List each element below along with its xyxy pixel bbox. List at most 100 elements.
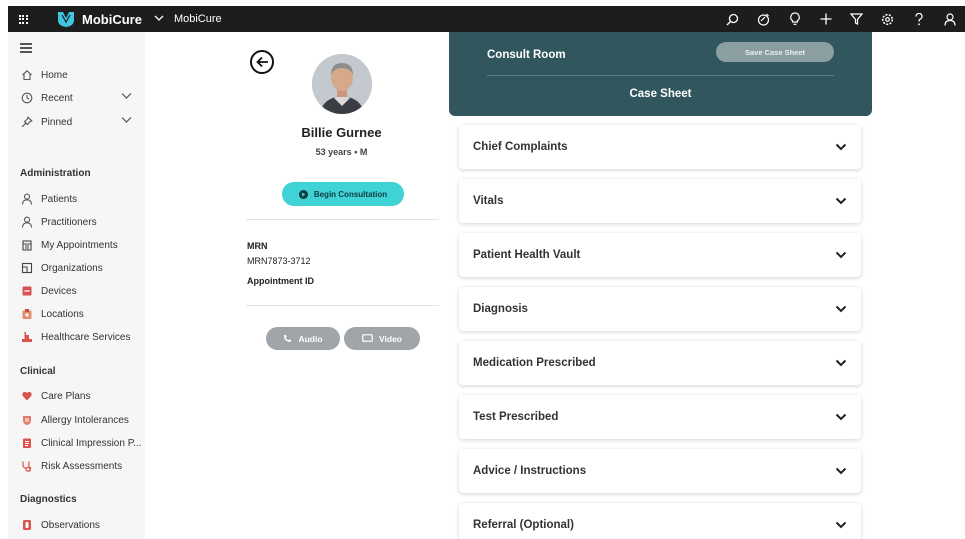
save-case-sheet-button[interactable]: Save Case Sheet bbox=[716, 42, 834, 62]
sidebar-item-label: Pinned bbox=[41, 116, 73, 128]
stethoscope-icon bbox=[20, 459, 34, 473]
back-button[interactable] bbox=[250, 50, 274, 74]
sidebar-item-label: Organizations bbox=[41, 262, 103, 274]
begin-consultation-label: Begin Consultation bbox=[313, 189, 388, 199]
pin-icon bbox=[20, 115, 34, 129]
clipboard-icon bbox=[20, 436, 34, 450]
section-label: Diagnosis bbox=[473, 303, 528, 315]
section-heading-diagnostics: Diagnostics bbox=[20, 494, 77, 505]
sidebar-item-risk-assessments[interactable]: Risk Assessments bbox=[20, 457, 144, 475]
section-label: Patient Health Vault bbox=[473, 249, 581, 261]
begin-consultation-button[interactable]: Begin Consultation bbox=[282, 182, 404, 206]
chevron-down-icon[interactable] bbox=[835, 465, 847, 477]
sidebar-item-label: Locations bbox=[41, 308, 84, 320]
sidebar-item-recent[interactable]: Recent bbox=[20, 89, 144, 107]
sidebar-item-label: Practitioners bbox=[41, 216, 97, 228]
sidebar-item-allergy-intolerances[interactable]: Allergy Intolerances bbox=[20, 411, 144, 429]
top-bar: MobiCure MobiCure bbox=[8, 6, 965, 32]
section-label: Medication Prescribed bbox=[473, 357, 596, 369]
video-call-button[interactable]: Video bbox=[344, 327, 420, 350]
chevron-down-icon[interactable] bbox=[154, 14, 164, 25]
section-heading-clinical: Clinical bbox=[20, 366, 56, 377]
chevron-down-icon[interactable] bbox=[835, 519, 847, 531]
chevron-down-icon[interactable] bbox=[835, 141, 847, 153]
filter-icon[interactable] bbox=[841, 6, 872, 32]
chevron-down-icon[interactable] bbox=[835, 303, 847, 315]
section-label: Advice / Instructions bbox=[473, 465, 587, 477]
divider bbox=[487, 75, 834, 76]
calendar-icon bbox=[20, 238, 34, 252]
chevron-down-icon[interactable] bbox=[121, 92, 132, 103]
section-label: Test Prescribed bbox=[473, 411, 559, 423]
section-label: Chief Complaints bbox=[473, 141, 568, 153]
chevron-down-icon[interactable] bbox=[121, 116, 132, 127]
activity-icon[interactable] bbox=[748, 6, 779, 32]
breadcrumb[interactable]: MobiCure bbox=[174, 13, 222, 25]
sidebar-item-label: Care Plans bbox=[41, 390, 91, 402]
lightbulb-icon[interactable] bbox=[779, 6, 810, 32]
chevron-down-icon[interactable] bbox=[835, 249, 847, 261]
sidebar-item-label: My Appointments bbox=[41, 239, 118, 251]
play-icon bbox=[298, 189, 308, 199]
menu-icon[interactable] bbox=[20, 43, 32, 55]
sidebar-item-devices[interactable]: Devices bbox=[20, 282, 144, 300]
sidebar-item-label: Clinical Impression P... bbox=[41, 437, 142, 449]
section-advice-instructions[interactable]: Advice / Instructions bbox=[459, 449, 861, 493]
sidebar-item-my-appointments[interactable]: My Appointments bbox=[20, 236, 144, 254]
sidebar-item-practitioners[interactable]: Practitioners bbox=[20, 213, 144, 231]
section-medication-prescribed[interactable]: Medication Prescribed bbox=[459, 341, 861, 385]
help-icon[interactable] bbox=[903, 6, 934, 32]
mrn-value: MRN7873-3712 bbox=[247, 256, 311, 266]
patient-name: Billie Gurnee bbox=[301, 125, 382, 140]
sidebar-item-label: Recent bbox=[41, 92, 73, 104]
observation-icon bbox=[20, 518, 34, 532]
clock-icon bbox=[20, 91, 34, 105]
sidebar-item-home[interactable]: Home bbox=[20, 66, 144, 84]
divider bbox=[246, 219, 439, 220]
user-icon[interactable] bbox=[934, 6, 965, 32]
section-test-prescribed[interactable]: Test Prescribed bbox=[459, 395, 861, 439]
sidebar-item-label: Devices bbox=[41, 285, 77, 297]
section-referral[interactable]: Referral (Optional) bbox=[459, 503, 861, 539]
avatar bbox=[312, 54, 372, 114]
sidebar-item-clinical-impression[interactable]: Clinical Impression P... bbox=[20, 434, 144, 452]
section-vitals[interactable]: Vitals bbox=[459, 179, 861, 223]
patient-panel: Billie Gurnee 53 years • M Begin Consult… bbox=[236, 32, 447, 539]
audio-call-button[interactable]: Audio bbox=[266, 327, 340, 350]
person-icon bbox=[20, 192, 34, 206]
sidebar-item-locations[interactable]: Locations bbox=[20, 305, 144, 323]
section-diagnosis[interactable]: Diagnosis bbox=[459, 287, 861, 331]
heart-icon bbox=[20, 389, 34, 403]
add-icon[interactable] bbox=[810, 6, 841, 32]
waffle-icon bbox=[18, 14, 28, 24]
divider bbox=[246, 305, 439, 306]
sidebar-item-organizations[interactable]: Organizations bbox=[20, 259, 144, 277]
section-label: Referral (Optional) bbox=[473, 519, 574, 531]
consult-room-title: Consult Room bbox=[487, 49, 566, 61]
sidebar-item-pinned[interactable]: Pinned bbox=[20, 113, 144, 131]
video-label: Video bbox=[379, 333, 402, 344]
case-sheet-title: Case Sheet bbox=[629, 88, 692, 100]
device-icon bbox=[20, 284, 34, 298]
search-icon[interactable] bbox=[717, 6, 748, 32]
sidebar-item-observations[interactable]: Observations bbox=[20, 516, 144, 534]
sidebar-item-care-plans[interactable]: Care Plans bbox=[20, 387, 144, 405]
sidebar-item-label: Healthcare Services bbox=[41, 331, 131, 343]
section-chief-complaints[interactable]: Chief Complaints bbox=[459, 125, 861, 169]
settings-icon[interactable] bbox=[872, 6, 903, 32]
patient-age-sex: 53 years • M bbox=[315, 147, 368, 157]
chevron-down-icon[interactable] bbox=[835, 411, 847, 423]
section-patient-health-vault[interactable]: Patient Health Vault bbox=[459, 233, 861, 277]
sidebar-item-healthcare-services[interactable]: Healthcare Services bbox=[20, 328, 144, 346]
audio-label: Audio bbox=[298, 333, 323, 344]
sidebar-item-patients[interactable]: Patients bbox=[20, 190, 144, 208]
sidebar: Home Recent Pinned Administration Patien… bbox=[8, 32, 145, 539]
chevron-down-icon[interactable] bbox=[835, 195, 847, 207]
arrow-left-icon bbox=[255, 56, 269, 68]
brand-name[interactable]: MobiCure bbox=[82, 12, 142, 27]
case-sheet-header: Consult Room Save Case Sheet Case Sheet bbox=[449, 32, 872, 116]
allergy-icon bbox=[20, 413, 34, 427]
sidebar-item-label: Home bbox=[41, 69, 68, 81]
chevron-down-icon[interactable] bbox=[835, 357, 847, 369]
app-launcher-button[interactable] bbox=[8, 6, 38, 32]
